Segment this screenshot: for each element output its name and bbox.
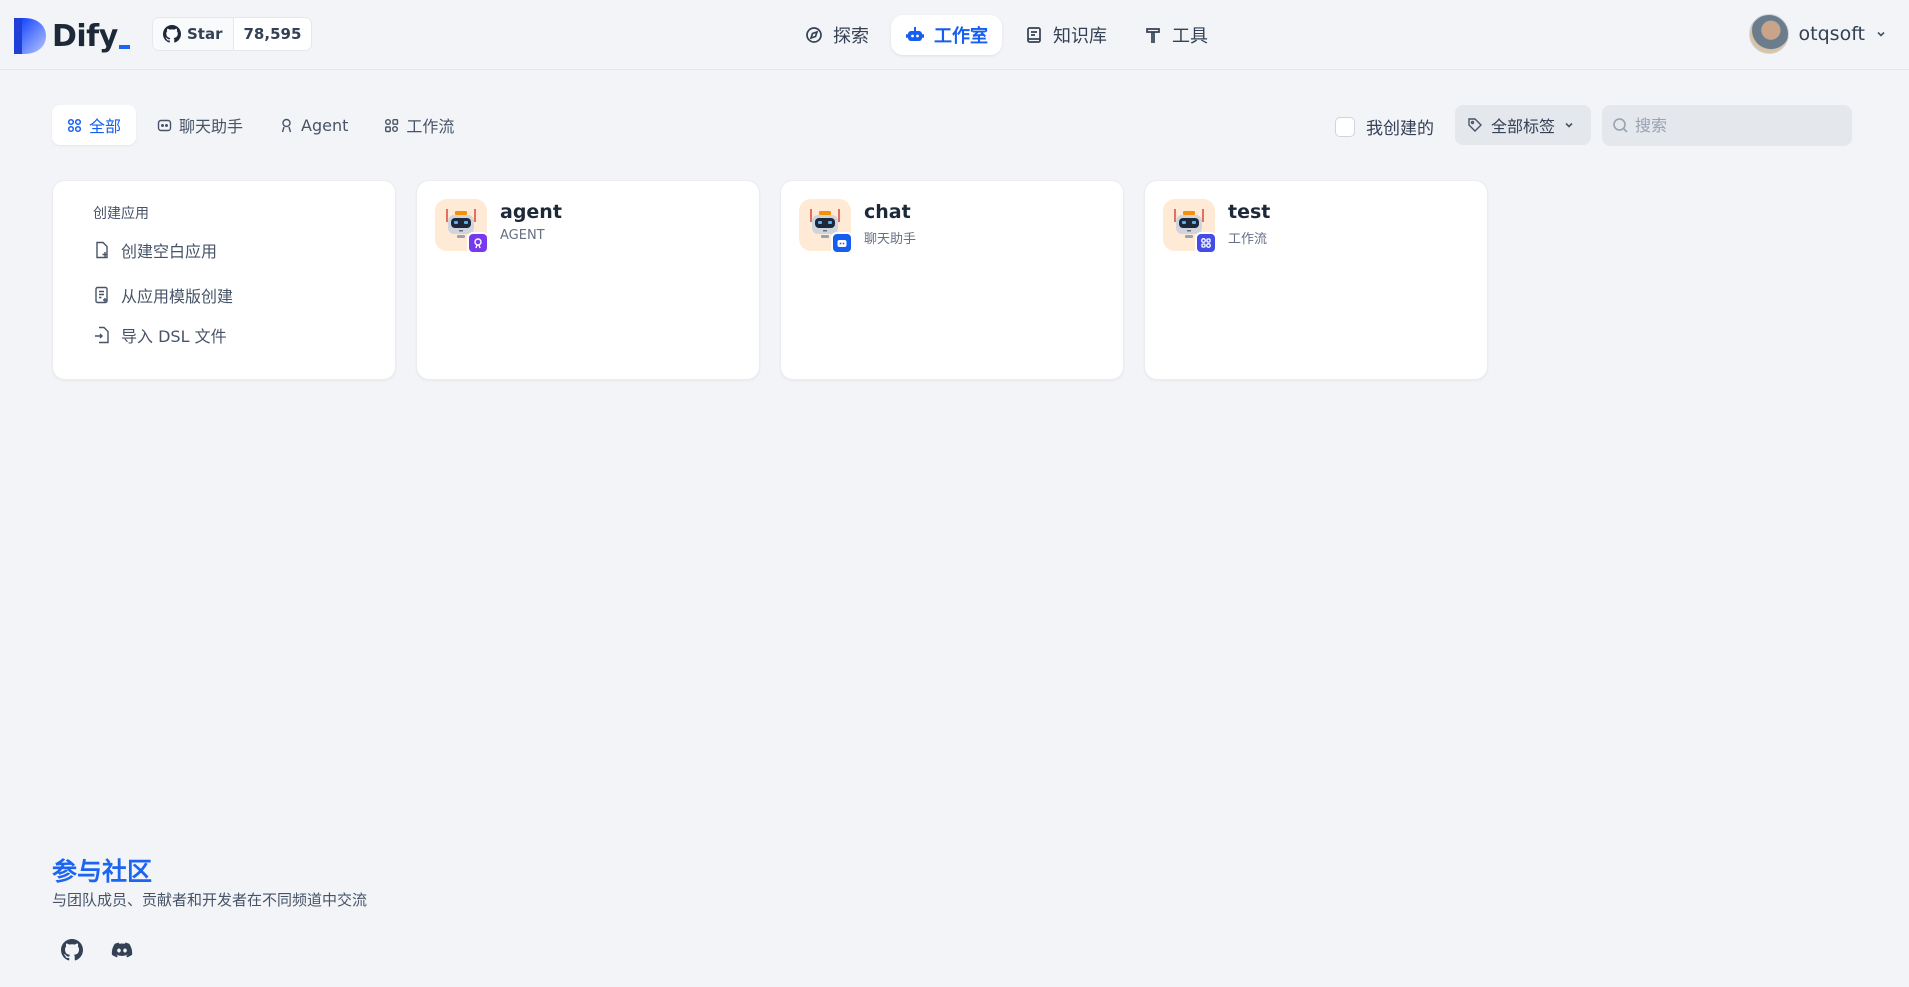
create-app-title: 创建应用 [93, 206, 149, 222]
create-from-template-button[interactable]: 从应用模版创建 [93, 283, 233, 307]
tag-filter-label: 全部标签 [1491, 117, 1556, 136]
chat-badge [831, 232, 853, 254]
tab-all-label: 全部 [89, 117, 122, 136]
app-type: 聊天助手 [864, 232, 917, 247]
search-box[interactable] [1602, 105, 1852, 146]
app-card-agent[interactable]: agent AGENT [416, 180, 760, 380]
create-blank-app-button[interactable]: 创建空白应用 [93, 238, 217, 262]
discord-icon [111, 942, 133, 958]
chat-bot-icon [157, 119, 172, 131]
tab-agent-label: Agent [301, 115, 349, 135]
chevron-down-icon [1565, 122, 1573, 128]
created-by-me-label: 我创建的 [1366, 119, 1434, 139]
app-type: 工作流 [1228, 232, 1268, 247]
app-name: test [1228, 201, 1271, 223]
app-type-tabs: 全部 聊天助手 Agent 工作流 [52, 105, 469, 145]
workflow-icon [385, 118, 399, 132]
github-star-button[interactable]: Star 78,595 [152, 17, 313, 51]
tab-chat-label: 聊天助手 [179, 117, 244, 136]
nav-studio[interactable]: 工作室 [891, 15, 1002, 55]
create-from-template-label: 从应用模版创建 [121, 287, 234, 306]
robot-icon [906, 27, 924, 41]
tag-icon [1468, 118, 1482, 132]
tab-workflow-label: 工作流 [406, 117, 455, 136]
nav-knowledge[interactable]: 知识库 [1010, 15, 1121, 55]
github-link[interactable] [52, 930, 92, 970]
community-subtitle: 与团队成员、贡献者和开发者在不同频道中交流 [52, 891, 368, 909]
tab-chat[interactable]: 聊天助手 [142, 105, 258, 145]
github-star-label: Star [187, 25, 223, 43]
avatar [1748, 14, 1789, 54]
grid-icon [67, 118, 82, 132]
agent-type-icon [474, 238, 482, 249]
nav-tools[interactable]: 工具 [1129, 15, 1222, 55]
tab-agent[interactable]: Agent [264, 105, 363, 145]
create-app-card: 创建应用 创建空白应用 从应用模版创建 导入 DSL 文件 [52, 180, 396, 380]
chevron-down-icon [1877, 31, 1885, 37]
workflow-badge [1195, 232, 1217, 254]
brand-name: Dify [52, 18, 118, 54]
created-by-me-toggle[interactable]: 我创建的 [1335, 114, 1434, 139]
discord-link[interactable] [102, 930, 142, 970]
agent-badge [467, 232, 489, 254]
brand-cursor [118, 45, 130, 49]
create-blank-app-label: 创建空白应用 [121, 242, 218, 261]
tab-all[interactable]: 全部 [52, 105, 137, 145]
chat-bot-icon [837, 240, 847, 247]
user-name: otqsoft [1798, 23, 1865, 45]
app-name: chat [864, 201, 911, 223]
explore-icon [806, 27, 822, 43]
nav-explore[interactable]: 探索 [790, 15, 883, 55]
nav-knowledge-label: 知识库 [1053, 26, 1107, 47]
file-import-icon [95, 326, 109, 344]
github-star-label-wrap: Star [153, 18, 234, 50]
github-star-count: 78,595 [243, 25, 302, 43]
created-by-me-checkbox[interactable] [1335, 116, 1355, 137]
search-icon [1613, 118, 1628, 133]
book-icon [1027, 27, 1041, 43]
workflow-icon [1201, 238, 1211, 248]
top-header: Dify Star 78,595 探索 工作室 知识库 工具 otqsoft [0, 0, 1909, 70]
tab-workflow[interactable]: 工作流 [369, 105, 469, 145]
dify-logo-mark-icon [14, 18, 46, 54]
community-title: 参与社区 [52, 857, 153, 886]
nav-tools-label: 工具 [1172, 26, 1208, 47]
user-menu[interactable]: otqsoft [1748, 13, 1887, 55]
app-card-chat[interactable]: chat 聊天助手 [780, 180, 1124, 380]
agent-icon [281, 118, 292, 132]
app-name: agent [500, 201, 562, 223]
hammer-icon [1146, 28, 1160, 43]
dify-logo[interactable]: Dify [14, 17, 130, 55]
main-nav: 探索 工作室 知识库 工具 [790, 15, 1222, 55]
github-icon [163, 25, 181, 43]
import-dsl-button[interactable]: 导入 DSL 文件 [93, 323, 227, 347]
github-icon [61, 939, 83, 961]
app-type: AGENT [500, 228, 545, 243]
nav-studio-label: 工作室 [934, 26, 988, 47]
import-dsl-label: 导入 DSL 文件 [121, 327, 227, 346]
search-input[interactable] [1635, 116, 1835, 135]
tag-filter-select[interactable]: 全部标签 [1455, 105, 1591, 145]
nav-explore-label: 探索 [833, 26, 869, 47]
file-plus-icon [96, 241, 108, 259]
app-card-test[interactable]: test 工作流 [1144, 180, 1488, 380]
file-template-icon [95, 286, 108, 304]
